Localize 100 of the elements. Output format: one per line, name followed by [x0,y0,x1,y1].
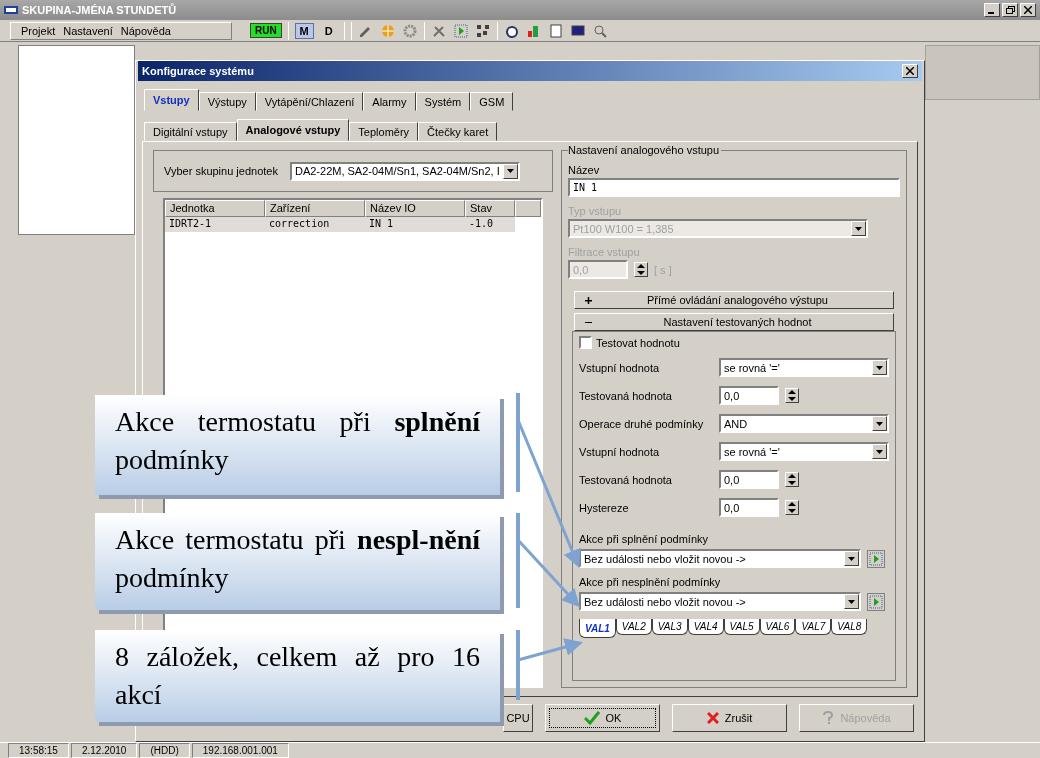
input-field[interactable]: IN 1 [568,178,900,197]
tab[interactable]: VAL4 [687,619,724,635]
close-button[interactable] [902,64,918,78]
menu-item[interactable]: Nápověda [120,24,171,37]
cross-icon [706,712,719,724]
grid-icon[interactable] [474,22,491,39]
tab[interactable]: Vytápění/Chlazení [255,92,364,111]
close-button[interactable] [1020,3,1036,17]
spin-button[interactable] [785,388,799,403]
spin-button[interactable] [785,472,799,487]
dropdown-button[interactable] [872,444,887,459]
plus-icon [585,296,592,304]
tab[interactable]: VAL8 [831,619,868,635]
tab[interactable]: Vstupy [144,89,199,111]
tab[interactable]: Čtečky karet [418,122,498,141]
dropdown-button[interactable] [844,594,859,609]
field-label: Akce při splnění podmínky [579,533,709,545]
tab[interactable]: Digitální vstupy [144,122,237,141]
play-list-button[interactable] [867,592,885,611]
cancel-button[interactable]: Zrušit [672,704,787,732]
dropdown-button[interactable] [872,360,887,375]
mode-button[interactable]: D [319,22,338,39]
dialog-title: Konfigurace systému [142,65,254,77]
callout-text: Akce termostatu při splnění podmínky [115,406,480,475]
pointer-arrow [516,630,583,700]
tab[interactable]: Alarmy [363,92,416,111]
app-logo-icon [4,6,18,14]
section-header[interactable]: Přímé ovládání analogového výstupu [574,291,894,309]
menu-item[interactable]: Projekt [21,24,56,37]
tab[interactable]: Výstupy [198,92,256,111]
table-cell-text: correction [268,217,331,231]
dropdown-field[interactable]: Bez události nebo vložit novou -> [579,549,861,568]
checkbox-row[interactable]: Testovat hodnotu [579,336,889,349]
close-icon [906,67,914,75]
tab[interactable]: VAL2 [615,619,652,635]
dropdown-field[interactable]: se rovná '=' [719,358,889,377]
tab[interactable]: Analogové vstupy [236,119,350,141]
minimize-button[interactable] [984,3,1000,17]
caret-icon [848,599,855,604]
menu-item[interactable]: Nastavení [63,24,113,37]
tab[interactable]: VAL6 [759,619,796,635]
restore-button[interactable] [1002,3,1018,17]
table-cell-text: IDRT2-1 [168,217,213,231]
dropdown-button[interactable] [844,551,859,566]
spin-button[interactable] [785,500,799,515]
magnifier-icon[interactable] [591,22,608,39]
table-cell-text: -1.0 [468,217,495,231]
restore-icon [1005,6,1015,14]
tab[interactable]: VAL1 [579,619,616,638]
document-icon[interactable] [547,22,564,39]
status-field: 13:58:15 [8,743,69,758]
mode-button[interactable]: M [294,22,314,39]
input-field[interactable]: 0,0 [719,386,779,405]
tab[interactable]: VAL5 [723,619,760,635]
input-field[interactable]: 0,0 [719,498,779,517]
column-header[interactable]: Stav [465,200,515,217]
field-label: Operace druhé podmínky [579,417,705,430]
window-title: SKUPINA-JMÉNA STUNDETŮ [22,4,177,16]
field-label: Vyber skupinu jednotek [164,165,278,177]
caret-icon [876,421,883,426]
section-header[interactable]: Nastavení testovaných hodnot [574,313,894,331]
field-label: Testovaná hodnota [579,473,673,486]
dropdown-field[interactable]: se rovná '=' [719,442,889,461]
table-cell-text: IN 1 [368,217,395,231]
cpu-button[interactable]: CPU [503,704,533,732]
field-label: Vstupní hodnota [579,361,661,374]
dropdown-button[interactable] [502,163,518,179]
tab[interactable]: Systém [415,92,471,111]
tab[interactable]: GSM [470,92,514,111]
tab[interactable]: VAL3 [651,619,688,635]
run-button[interactable]: RUN [249,23,282,38]
dropdown-field[interactable]: Bez události nebo vložit novou -> [579,592,861,611]
tab[interactable]: Teploměry [349,122,419,141]
field-label: Hystereze [579,501,630,514]
close-icon [1024,6,1032,14]
table-row[interactable]: IDRT2-1 correction IN 1 -1.0 [165,217,515,232]
dropdown-button[interactable] [872,416,887,431]
checkmark-icon [583,711,600,725]
dropdown-field[interactable]: AND [719,414,889,433]
callout-text: Akce termostatu při nespl-nění podmínky [115,524,480,593]
spin-button[interactable] [634,262,648,277]
caret-icon [506,169,514,173]
status-field: (HDD) [139,743,190,758]
column-header[interactable]: Jednotka [165,200,265,217]
question-mark-icon [822,711,835,725]
dropdown-field[interactable]: DA2-22M, SA2-04M/Sn1, SA2-04M/Sn2, I [289,161,520,181]
column-header[interactable]: Název IO [365,200,465,217]
callout-text: 8 záložek, celkem až pro 16 akcí [115,641,480,710]
status-field: 2.12.2010 [70,743,138,758]
checkbox-label: Testovat hodnotu [596,336,680,349]
caret-icon [855,226,862,231]
ok-button[interactable]: OK [545,704,660,732]
caret-icon [876,365,883,370]
checkbox[interactable] [579,336,592,349]
input-field[interactable]: 0,0 [719,470,779,489]
field-label: Akce při nesplnění podmínky [579,576,722,588]
field-label: Vstupní hodnota [579,445,661,458]
play-list-button[interactable] [867,549,885,568]
tab[interactable]: VAL7 [795,619,832,635]
column-header[interactable]: Zařízení [265,200,365,217]
